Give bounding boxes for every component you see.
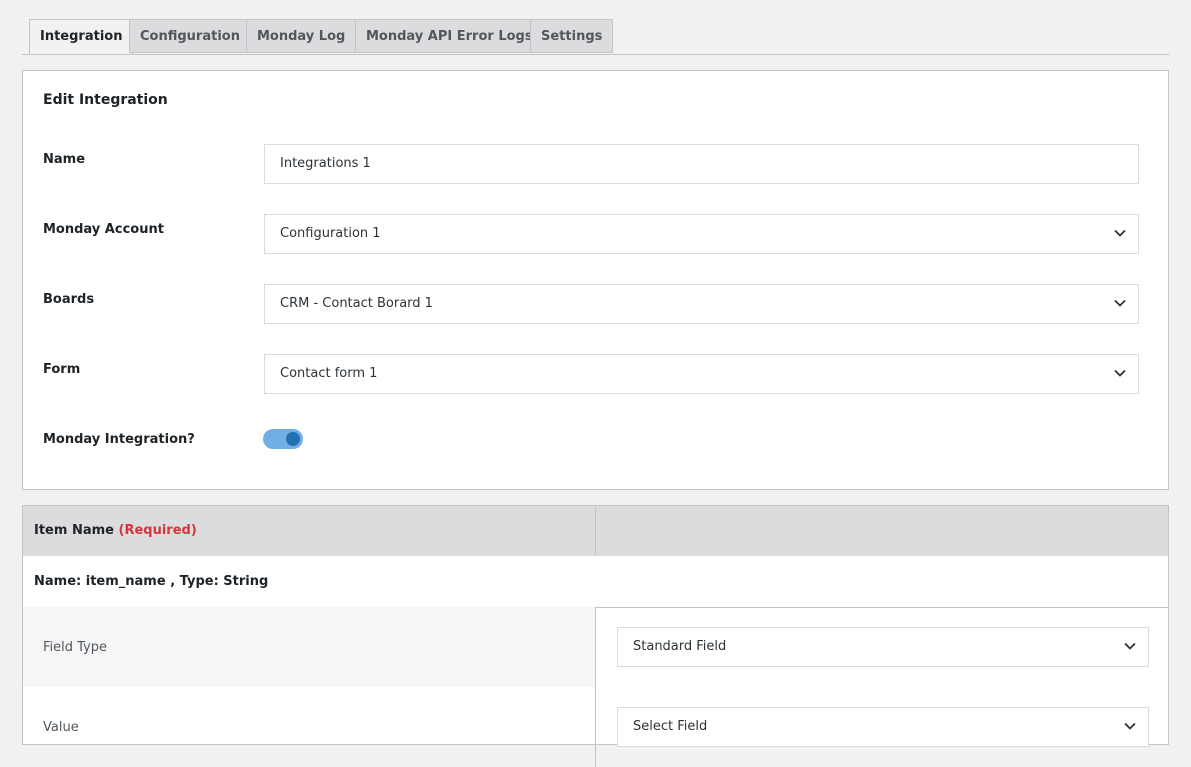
tab-divider [22,54,1169,55]
item-name-header: Item Name (Required) [34,523,197,538]
form-label: Form [43,362,81,377]
table-row: Field Type Standard Field [23,607,1168,687]
item-name-info: Name: item_name , Type: String [34,574,269,589]
name-input[interactable]: Integrations 1 [264,144,1139,184]
value-label: Value [43,720,79,735]
form-value: Contact form 1 [280,366,378,381]
item-name-info-row: Name: item_name , Type: String [23,556,1168,608]
tab-monday-log[interactable]: Monday Log [246,19,357,53]
chevron-down-icon [1114,215,1126,237]
value-select[interactable]: Select Field [617,707,1149,747]
item-name-label: Item Name [34,523,114,538]
name-label: Name [43,152,86,167]
chevron-down-icon [1124,708,1136,730]
monday-account-label: Monday Account [43,222,164,237]
form-select[interactable]: Contact form 1 [264,354,1139,394]
field-type-label: Field Type [43,640,107,655]
monday-integration-toggle[interactable] [263,429,303,449]
name-input-value: Integrations 1 [280,156,371,171]
required-badge: (Required) [118,523,197,538]
value-select-value: Select Field [633,719,708,734]
boards-value: CRM - Contact Borard 1 [280,296,433,311]
boards-select[interactable]: CRM - Contact Borard 1 [264,284,1139,324]
table-header-cell: Item Name (Required) [23,506,596,556]
table-cell: Value [23,687,596,767]
monday-integration-label: Monday Integration? [43,432,195,447]
edit-integration-card: Edit Integration Name Integrations 1 Mon… [22,70,1169,490]
tab-monday-api-error-logs[interactable]: Monday API Error Logs [355,19,544,53]
tab-integration[interactable]: Integration [29,19,134,55]
chevron-down-icon [1124,628,1136,650]
field-type-value: Standard Field [633,639,727,654]
chevron-down-icon [1114,285,1126,307]
table-row: Value Select Field [23,687,1168,767]
tab-configuration[interactable]: Configuration [129,19,251,53]
tab-settings[interactable]: Settings [530,19,614,53]
boards-label: Boards [43,292,95,307]
monday-account-select[interactable]: Configuration 1 [264,214,1139,254]
monday-account-value: Configuration 1 [280,226,381,241]
chevron-down-icon [1114,355,1126,377]
table-header: Item Name (Required) [23,506,1168,557]
toggle-knob [286,432,300,446]
field-type-select[interactable]: Standard Field [617,627,1149,667]
card-title: Edit Integration [43,92,168,108]
field-mapping-table: Item Name (Required) Name: item_name , T… [22,505,1169,767]
table-cell: Field Type [23,607,596,687]
